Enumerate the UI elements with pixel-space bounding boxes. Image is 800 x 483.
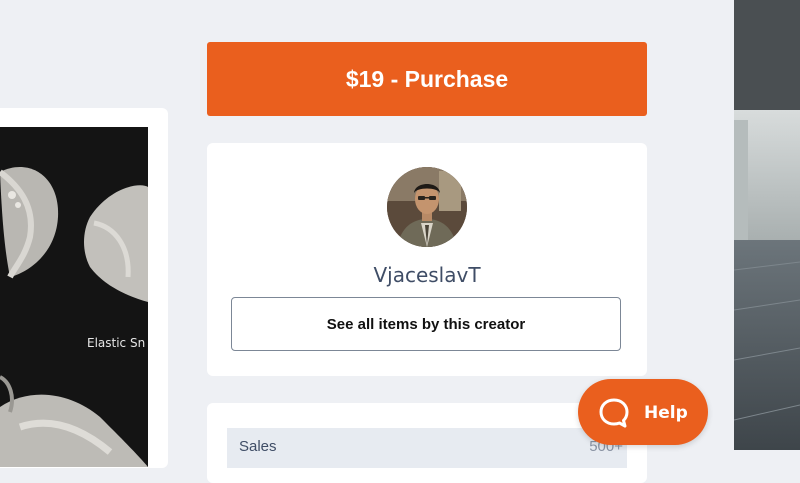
help-button[interactable]: Help <box>578 379 708 445</box>
purchase-button[interactable]: $19 - Purchase <box>207 42 647 116</box>
product-preview-card: Elastic Sn <box>0 108 168 468</box>
help-label: Help <box>644 403 688 423</box>
creator-card: VjaceslavT See all items by this creator <box>207 143 647 376</box>
preview-caption: Elastic Sn <box>87 336 146 350</box>
creator-avatar[interactable] <box>387 167 467 247</box>
fabric-render-illustration <box>0 127 148 467</box>
product-preview-image[interactable]: Elastic Sn <box>0 127 148 467</box>
scene-preview-strip <box>734 0 800 450</box>
stats-label: Sales <box>239 438 277 455</box>
creator-name[interactable]: VjaceslavT <box>207 263 647 287</box>
chat-bubble-icon <box>598 397 630 429</box>
scene-render-illustration <box>734 0 800 450</box>
avatar-photo-icon <box>387 167 467 247</box>
see-all-items-button[interactable]: See all items by this creator <box>231 297 621 351</box>
stats-row-sales: Sales 500+ <box>227 428 627 468</box>
